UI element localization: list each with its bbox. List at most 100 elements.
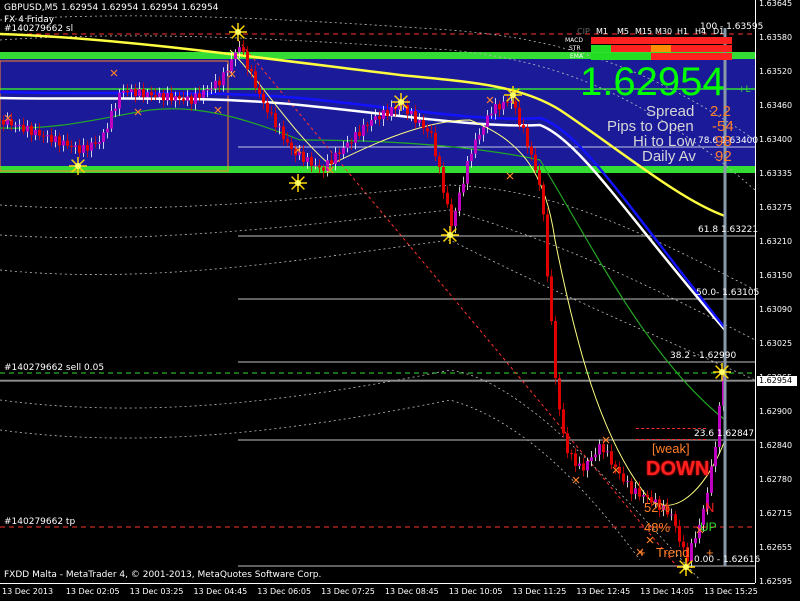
candle-body: [226, 71, 229, 73]
candle-body: [478, 134, 481, 140]
candle-body: [710, 466, 713, 493]
order-sl-label[interactable]: #140279662 sl: [4, 25, 73, 34]
candle-body: [74, 145, 77, 147]
candle-body: [122, 90, 125, 93]
mtf-col-h1: H1: [677, 27, 689, 36]
mtf-row-macd: MACD: [565, 37, 583, 44]
signal-partial-dn: N: [705, 500, 715, 515]
candle-body: [330, 160, 333, 164]
price-tick-label: 1.63460: [759, 101, 793, 110]
candle-body: [310, 157, 313, 166]
price-tick-label: 1.63400: [759, 135, 793, 144]
hi-to-low-label: Hi to Low: [633, 133, 696, 150]
signal-plus-right: +: [706, 545, 714, 560]
candle-body: [206, 89, 209, 91]
fib-label-50: 50.0- 1.63105: [696, 288, 760, 298]
candle-body: [146, 92, 149, 98]
candle-body: [598, 444, 601, 455]
candle-body: [354, 132, 357, 143]
candle-body: [622, 473, 625, 482]
candle-body: [26, 125, 29, 132]
copyright-text: FXDD Malta - MetaTrader 4, © 2001-2013, …: [4, 570, 322, 580]
price-tick-label: 1.62655: [759, 543, 793, 552]
candle-body: [150, 92, 153, 96]
candle-body: [694, 538, 697, 544]
candle-body: [522, 125, 525, 129]
price-tick-label: 1.63025: [759, 339, 793, 348]
candle-body: [690, 543, 693, 562]
mtf-panel: CIP M1 M5 M15 M30 H1 H4 D1 MACD STR EMA: [565, 27, 735, 63]
candle-body: [462, 183, 465, 193]
candle-body: [318, 165, 321, 168]
candle-body: [446, 192, 449, 205]
daily-avg-label: Daily Av: [642, 148, 696, 165]
candle-body: [338, 152, 341, 155]
price-tick-label: 1.63210: [759, 237, 793, 246]
candle-body: [482, 127, 485, 135]
candle-body: [210, 88, 213, 90]
candle-body: [130, 88, 133, 93]
price-axis[interactable]: [755, 0, 800, 583]
candle-body: [134, 88, 137, 97]
candle-body: [450, 204, 453, 227]
mtf-col-cip: CIP: [577, 27, 590, 36]
candle-body: [378, 116, 381, 120]
candle-body: [66, 140, 69, 146]
candle-body: [174, 96, 177, 101]
candle-body: [674, 514, 677, 526]
candle-body: [498, 104, 501, 110]
candle-body: [266, 102, 269, 113]
candle-body: [626, 481, 629, 483]
order-tp-label[interactable]: #140279662 tp: [4, 518, 75, 527]
candle-body: [678, 525, 681, 542]
candle-body: [630, 481, 633, 494]
candle-body: [418, 120, 421, 123]
fractal-star-icon: [441, 226, 459, 244]
candle-body: [490, 113, 493, 116]
candle-body: [550, 276, 553, 322]
candle-body: [426, 128, 429, 132]
price-tick-label: 1.62780: [759, 475, 793, 484]
time-tick-label: 13 Dec 14:05: [640, 587, 694, 596]
price-tick-label: 1.63275: [759, 203, 793, 212]
fractal-cross-icon: [646, 536, 654, 544]
candle-body: [178, 96, 181, 99]
candle-body: [302, 151, 305, 162]
candle-body: [562, 409, 565, 434]
fib-label-61: 61.8 1.63221: [698, 225, 759, 235]
mtf-col-m15: M15: [635, 27, 653, 36]
candle-body: [570, 453, 573, 455]
candle-body: [526, 128, 529, 147]
price-tick-label: 1.63150: [759, 271, 793, 280]
candle-body: [390, 106, 393, 116]
candle-body: [646, 494, 649, 498]
candle-body: [278, 126, 281, 128]
order-sell-label[interactable]: #140279662 sell 0.05: [4, 364, 104, 373]
candle-body: [534, 154, 537, 171]
candle-body: [714, 446, 717, 467]
candle-body: [286, 139, 289, 143]
candle-body: [154, 95, 157, 97]
mtf-grid: [591, 37, 732, 61]
candle-body: [238, 47, 241, 53]
time-tick-label: 13 Dec 15:25: [704, 587, 758, 596]
signal-direction: DOWN: [646, 458, 710, 480]
daily-avg-value: 92: [715, 148, 732, 165]
candle-body: [194, 93, 197, 104]
candle-body: [542, 184, 545, 215]
signal-plus-left: +: [638, 545, 646, 560]
signal-percent-a: 52%: [644, 500, 671, 515]
candle-body: [610, 451, 613, 465]
candle-body: [274, 113, 277, 128]
candle-body: [474, 139, 477, 154]
candle-body: [358, 132, 361, 136]
candle-body: [254, 71, 257, 88]
candle-body: [62, 140, 65, 146]
time-tick-label: 13 Dec 10:05: [448, 587, 503, 596]
candle-body: [90, 142, 93, 151]
spread-value: 2.2: [710, 103, 731, 120]
candle-body: [530, 146, 533, 155]
candle-body: [158, 93, 161, 97]
candle-body: [290, 142, 293, 150]
mtf-col-m1: M1: [596, 27, 608, 36]
